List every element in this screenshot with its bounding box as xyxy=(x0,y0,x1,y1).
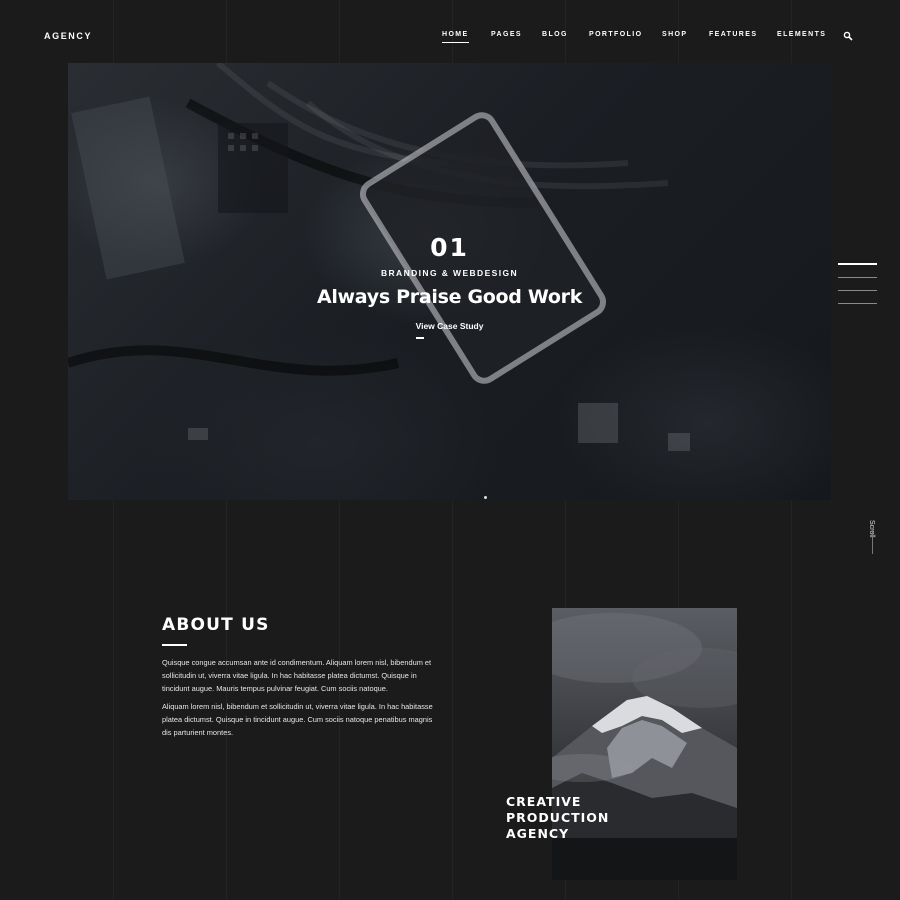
search-icon[interactable] xyxy=(843,31,853,41)
nav-item-portfolio[interactable]: PORTFOLIO xyxy=(589,31,642,38)
slide-pager-line-4[interactable] xyxy=(838,303,877,304)
slide-number: 01 xyxy=(430,233,469,262)
about-title-underline xyxy=(162,644,187,646)
slide-pager-line-2[interactable] xyxy=(838,277,877,278)
about-text: Quisque congue accumsan ante id condimen… xyxy=(162,656,442,744)
main-nav: HOME PAGES BLOG PORTFOLIO SHOP FEATURES … xyxy=(0,31,900,43)
slide-title: Always Praise Good Work xyxy=(316,286,583,308)
slide-pager-line-1[interactable] xyxy=(838,263,877,265)
about-paragraph-2: Aliquam lorem nisl, bibendum et sollicit… xyxy=(162,702,433,737)
nav-item-home[interactable]: HOME xyxy=(442,31,469,43)
hero-slider: 01 BRANDING & WEBDESIGN Always Praise Go… xyxy=(68,63,831,500)
nav-item-features[interactable]: FEATURES xyxy=(709,31,757,38)
about-paragraph-1: Quisque congue accumsan ante id condimen… xyxy=(162,658,432,693)
hero-indicator-dot xyxy=(484,496,487,499)
scroll-line xyxy=(872,530,873,554)
caption-line-3: AGENCY xyxy=(506,826,570,841)
about-title: ABOUT US xyxy=(162,615,270,635)
caption-line-1: CREATIVE xyxy=(506,794,582,809)
slide-pager xyxy=(838,263,877,316)
creative-agency-caption: CREATIVE PRODUCTION AGENCY xyxy=(506,794,609,842)
caption-line-2: PRODUCTION xyxy=(506,810,610,825)
slide-category: BRANDING & WEBDESIGN xyxy=(380,268,519,278)
nav-item-shop[interactable]: SHOP xyxy=(662,31,687,38)
slide-pager-line-3[interactable] xyxy=(838,290,877,291)
nav-item-blog[interactable]: BLOG xyxy=(542,31,568,38)
nav-item-pages[interactable]: PAGES xyxy=(491,31,522,38)
hero-caption: 01 BRANDING & WEBDESIGN Always Praise Go… xyxy=(68,233,831,339)
nav-item-elements[interactable]: ELEMENTS xyxy=(777,31,826,38)
view-case-study-link[interactable]: View Case Study xyxy=(415,321,483,339)
